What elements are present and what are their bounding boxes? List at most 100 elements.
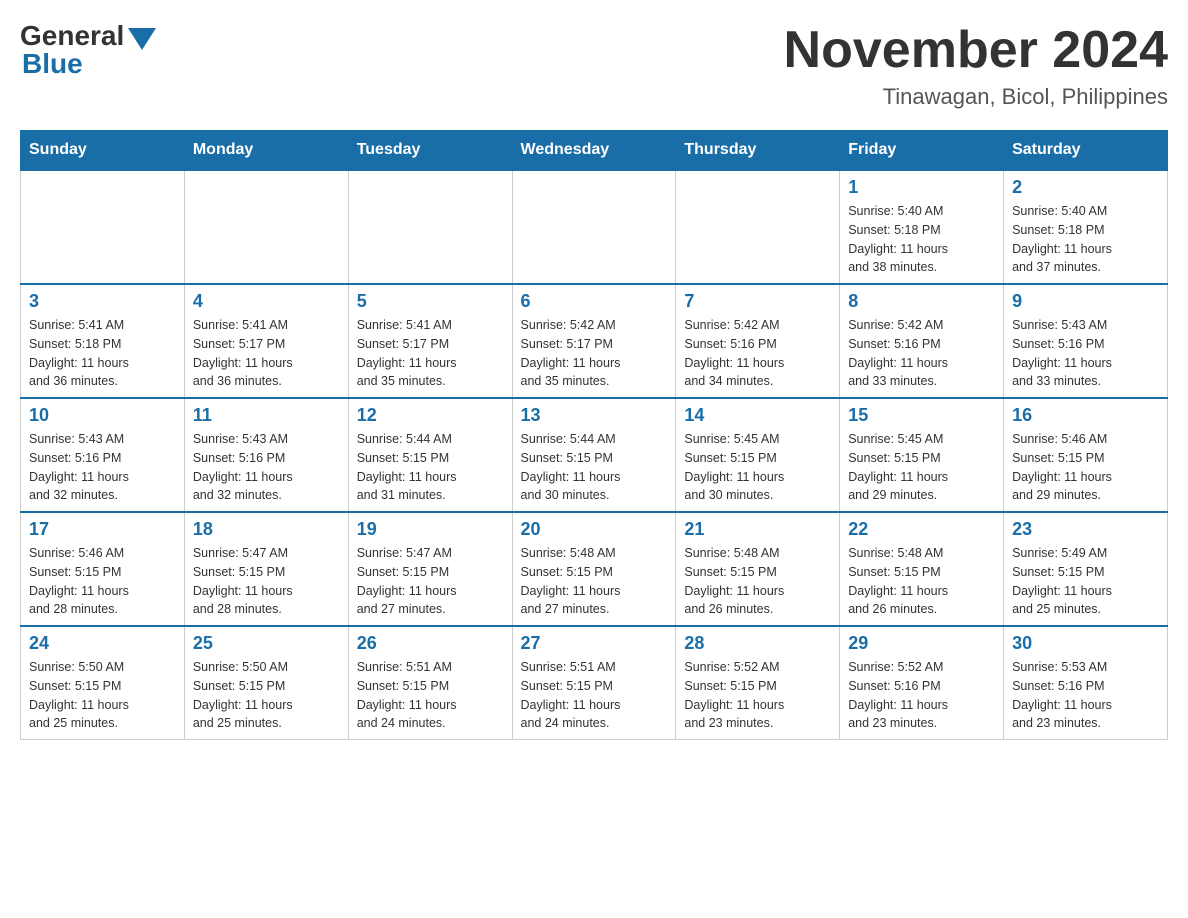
week-row-4: 17Sunrise: 5:46 AM Sunset: 5:15 PM Dayli… (21, 512, 1168, 626)
calendar-cell: 27Sunrise: 5:51 AM Sunset: 5:15 PM Dayli… (512, 626, 676, 740)
day-info: Sunrise: 5:44 AM Sunset: 5:15 PM Dayligh… (357, 430, 504, 505)
day-info: Sunrise: 5:40 AM Sunset: 5:18 PM Dayligh… (1012, 202, 1159, 277)
calendar-cell: 18 Sunrise: 5:47 AM Sunset: 5:15 PM Dayli… (184, 512, 348, 626)
day-number: 7 (684, 291, 831, 312)
calendar-cell: 6 Sunrise: 5:42 AM Sunset: 5:17 PM Daylig… (512, 284, 676, 398)
calendar-cell (184, 170, 348, 284)
calendar-cell: 23 Sunrise: 5:49 AM Sunset: 5:15 PM Dayli… (1004, 512, 1168, 626)
day-number: 1 (848, 177, 995, 198)
calendar-cell (676, 170, 840, 284)
day-info: Sunrise: 5:43 AM Sunset: 5:16 PM Dayligh… (193, 430, 340, 505)
week-row-3: 10 Sunrise: 5:43 AM Sunset: 5:16 PM Dayli… (21, 398, 1168, 512)
logo: General Blue (20, 20, 156, 80)
calendar-cell: 22 Sunrise: 5:48 AM Sunset: 5:15 PM Dayli… (840, 512, 1004, 626)
calendar-cell: 29 Sunrise: 5:52 AM Sunset: 5:16 PM Dayli… (840, 626, 1004, 740)
day-info: Sunrise: 5:42 AM Sunset: 5:16 PM Dayligh… (684, 316, 831, 391)
calendar-cell: 11 Sunrise: 5:43 AM Sunset: 5:16 PM Dayli… (184, 398, 348, 512)
calendar-header-row: SundayMondayTuesdayWednesdayThursdayFrid… (21, 131, 1168, 171)
calendar-cell (348, 170, 512, 284)
day-number: 9 (1012, 291, 1159, 312)
calendar-cell: 16 Sunrise: 5:46 AM Sunset: 5:15 PM Dayli… (1004, 398, 1168, 512)
day-info: Sunrise: 5:42 AM Sunset: 5:16 PM Dayligh… (848, 316, 995, 391)
day-info: Sunrise: 5:51 AM Sunset: 5:15 PM Dayligh… (521, 658, 668, 733)
week-row-5: 24Sunrise: 5:50 AM Sunset: 5:15 PM Dayli… (21, 626, 1168, 740)
day-number: 3 (29, 291, 176, 312)
day-number: 2 (1012, 177, 1159, 198)
day-number: 18 (193, 519, 340, 540)
calendar-cell: 3 Sunrise: 5:41 AM Sunset: 5:18 PM Daylig… (21, 284, 185, 398)
day-info: Sunrise: 5:47 AM Sunset: 5:15 PM Dayligh… (193, 544, 340, 619)
day-number: 30 (1012, 633, 1159, 654)
calendar-cell: 15 Sunrise: 5:45 AM Sunset: 5:15 PM Dayli… (840, 398, 1004, 512)
calendar-cell: 1 Sunrise: 5:40 AM Sunset: 5:18 PM Daylig… (840, 170, 1004, 284)
day-info: Sunrise: 5:48 AM Sunset: 5:15 PM Dayligh… (684, 544, 831, 619)
day-info: Sunrise: 5:50 AM Sunset: 5:15 PM Dayligh… (29, 658, 176, 733)
day-number: 8 (848, 291, 995, 312)
calendar-cell: 19 Sunrise: 5:47 AM Sunset: 5:15 PM Dayli… (348, 512, 512, 626)
calendar-header-saturday: Saturday (1004, 131, 1168, 171)
calendar-cell (512, 170, 676, 284)
calendar-cell: 21 Sunrise: 5:48 AM Sunset: 5:15 PM Dayli… (676, 512, 840, 626)
day-info: Sunrise: 5:51 AM Sunset: 5:15 PM Dayligh… (357, 658, 504, 733)
day-info: Sunrise: 5:48 AM Sunset: 5:15 PM Dayligh… (848, 544, 995, 619)
calendar-cell: 26 Sunrise: 5:51 AM Sunset: 5:15 PM Dayli… (348, 626, 512, 740)
day-number: 6 (521, 291, 668, 312)
day-info: Sunrise: 5:46 AM Sunset: 5:15 PM Dayligh… (1012, 430, 1159, 505)
location-title: Tinawagan, Bicol, Philippines (784, 84, 1168, 110)
day-number: 15 (848, 405, 995, 426)
calendar-header-tuesday: Tuesday (348, 131, 512, 171)
day-info: Sunrise: 5:44 AM Sunset: 5:15 PM Dayligh… (521, 430, 668, 505)
day-number: 25 (193, 633, 340, 654)
day-number: 19 (357, 519, 504, 540)
calendar-cell: 9Sunrise: 5:43 AM Sunset: 5:16 PM Daylig… (1004, 284, 1168, 398)
calendar-header-sunday: Sunday (21, 131, 185, 171)
calendar-table: SundayMondayTuesdayWednesdayThursdayFrid… (20, 130, 1168, 740)
calendar-cell: 13 Sunrise: 5:44 AM Sunset: 5:15 PM Dayli… (512, 398, 676, 512)
day-number: 4 (193, 291, 340, 312)
calendar-cell: 24Sunrise: 5:50 AM Sunset: 5:15 PM Dayli… (21, 626, 185, 740)
week-row-2: 3 Sunrise: 5:41 AM Sunset: 5:18 PM Daylig… (21, 284, 1168, 398)
calendar-cell: 14Sunrise: 5:45 AM Sunset: 5:15 PM Dayli… (676, 398, 840, 512)
calendar-cell: 8 Sunrise: 5:42 AM Sunset: 5:16 PM Daylig… (840, 284, 1004, 398)
day-info: Sunrise: 5:52 AM Sunset: 5:16 PM Dayligh… (848, 658, 995, 733)
day-number: 17 (29, 519, 176, 540)
day-info: Sunrise: 5:41 AM Sunset: 5:17 PM Dayligh… (193, 316, 340, 391)
day-number: 11 (193, 405, 340, 426)
title-block: November 2024 Tinawagan, Bicol, Philippi… (784, 20, 1168, 110)
logo-blue-text: Blue (22, 48, 83, 80)
day-info: Sunrise: 5:53 AM Sunset: 5:16 PM Dayligh… (1012, 658, 1159, 733)
day-number: 22 (848, 519, 995, 540)
day-number: 13 (521, 405, 668, 426)
day-info: Sunrise: 5:49 AM Sunset: 5:15 PM Dayligh… (1012, 544, 1159, 619)
calendar-cell: 17Sunrise: 5:46 AM Sunset: 5:15 PM Dayli… (21, 512, 185, 626)
day-info: Sunrise: 5:40 AM Sunset: 5:18 PM Dayligh… (848, 202, 995, 277)
calendar-header-friday: Friday (840, 131, 1004, 171)
calendar-cell: 10 Sunrise: 5:43 AM Sunset: 5:16 PM Dayli… (21, 398, 185, 512)
day-info: Sunrise: 5:41 AM Sunset: 5:17 PM Dayligh… (357, 316, 504, 391)
calendar-header-thursday: Thursday (676, 131, 840, 171)
day-info: Sunrise: 5:47 AM Sunset: 5:15 PM Dayligh… (357, 544, 504, 619)
day-info: Sunrise: 5:48 AM Sunset: 5:15 PM Dayligh… (521, 544, 668, 619)
week-row-1: 1 Sunrise: 5:40 AM Sunset: 5:18 PM Daylig… (21, 170, 1168, 284)
day-number: 16 (1012, 405, 1159, 426)
day-number: 12 (357, 405, 504, 426)
day-number: 10 (29, 405, 176, 426)
day-info: Sunrise: 5:50 AM Sunset: 5:15 PM Dayligh… (193, 658, 340, 733)
day-info: Sunrise: 5:52 AM Sunset: 5:15 PM Dayligh… (684, 658, 831, 733)
calendar-cell: 5Sunrise: 5:41 AM Sunset: 5:17 PM Daylig… (348, 284, 512, 398)
day-number: 26 (357, 633, 504, 654)
calendar-cell (21, 170, 185, 284)
calendar-cell: 12 Sunrise: 5:44 AM Sunset: 5:15 PM Dayli… (348, 398, 512, 512)
day-number: 23 (1012, 519, 1159, 540)
day-number: 28 (684, 633, 831, 654)
day-info: Sunrise: 5:45 AM Sunset: 5:15 PM Dayligh… (848, 430, 995, 505)
day-info: Sunrise: 5:43 AM Sunset: 5:16 PM Dayligh… (29, 430, 176, 505)
day-info: Sunrise: 5:41 AM Sunset: 5:18 PM Dayligh… (29, 316, 176, 391)
page-header: General Blue November 2024 Tinawagan, Bi… (20, 20, 1168, 110)
day-info: Sunrise: 5:42 AM Sunset: 5:17 PM Dayligh… (521, 316, 668, 391)
calendar-cell: 4 Sunrise: 5:41 AM Sunset: 5:17 PM Daylig… (184, 284, 348, 398)
calendar-cell: 28 Sunrise: 5:52 AM Sunset: 5:15 PM Dayli… (676, 626, 840, 740)
calendar-cell: 20Sunrise: 5:48 AM Sunset: 5:15 PM Dayli… (512, 512, 676, 626)
day-number: 29 (848, 633, 995, 654)
day-number: 21 (684, 519, 831, 540)
